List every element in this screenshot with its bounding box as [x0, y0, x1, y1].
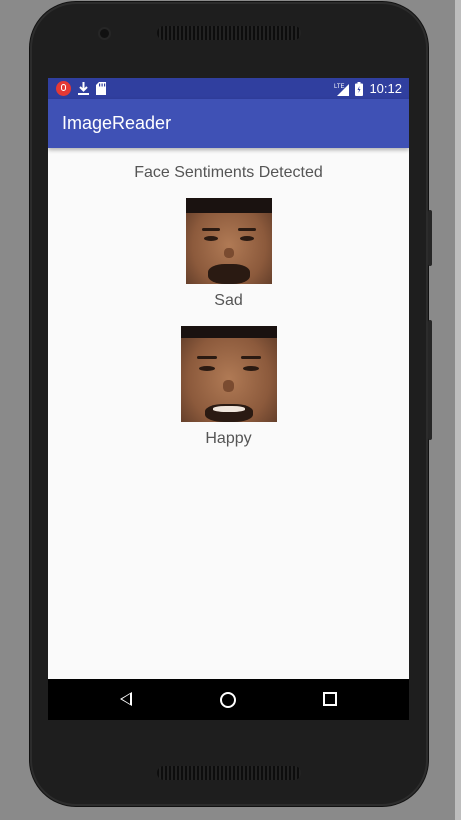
face-brow	[196, 356, 217, 359]
clock-time: 10:12	[369, 81, 402, 96]
face-hair	[180, 326, 277, 338]
face-image-1	[185, 198, 272, 284]
face-eye	[239, 236, 254, 241]
navigation-bar	[48, 679, 409, 720]
top-speaker	[157, 26, 301, 40]
sentiment-label: Sad	[214, 292, 243, 309]
face-nose	[223, 248, 234, 259]
app-bar: ImageReader	[48, 99, 409, 148]
lte-signal-icon: LTE	[334, 83, 350, 96]
face-hair	[185, 198, 272, 214]
results-heading: Face Sentiments Detected	[134, 164, 323, 181]
face-smile	[212, 406, 245, 412]
face-eye	[203, 236, 218, 241]
face-result: Sad	[48, 198, 409, 310]
face-brow	[240, 356, 261, 359]
face-image-2	[180, 326, 277, 422]
back-icon[interactable]	[120, 692, 132, 706]
home-icon[interactable]	[220, 692, 236, 708]
recents-icon[interactable]	[323, 692, 337, 706]
status-bar: LTE 10:12	[48, 78, 409, 99]
power-button	[428, 210, 432, 266]
face-brow	[201, 228, 220, 231]
face-eye	[242, 366, 259, 371]
mic-notification-icon	[56, 81, 71, 96]
device-screen: LTE 10:12 ImageReader Face Sentiments De…	[48, 78, 409, 720]
download-icon	[78, 82, 89, 95]
app-title: ImageReader	[62, 113, 172, 133]
sentiment-label: Happy	[205, 430, 252, 447]
face-nose	[222, 380, 235, 392]
face-brow	[237, 228, 256, 231]
bottom-speaker	[157, 766, 301, 780]
desktop-edge	[455, 0, 461, 820]
svg-text:LTE: LTE	[334, 84, 345, 90]
volume-button	[428, 320, 432, 440]
battery-icon	[355, 81, 364, 96]
sd-card-icon	[96, 82, 106, 95]
front-camera	[100, 29, 109, 38]
face-beard	[207, 264, 250, 284]
face-eye	[198, 366, 215, 371]
face-result: Happy	[48, 326, 409, 448]
